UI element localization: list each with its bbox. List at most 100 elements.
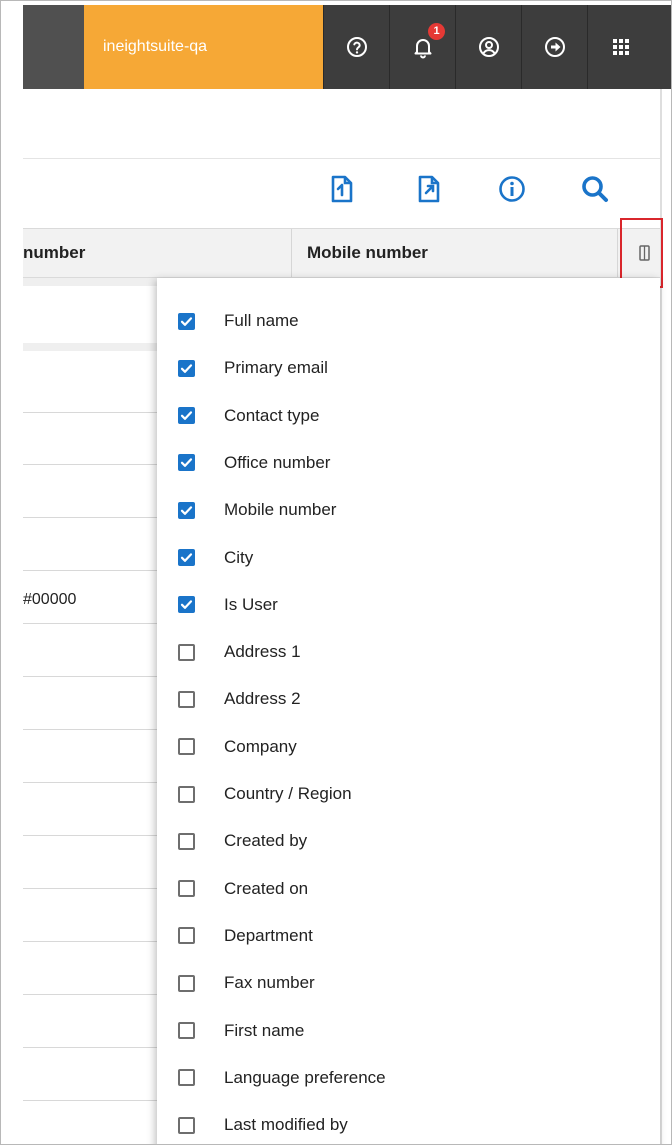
column-option[interactable]: Created by bbox=[157, 821, 660, 861]
column-option[interactable]: Full name bbox=[157, 301, 660, 341]
column-option[interactable]: Contact type bbox=[157, 396, 660, 436]
checkbox-unchecked[interactable] bbox=[178, 974, 195, 992]
column-option-label: Address 2 bbox=[224, 689, 301, 709]
column-option-label: Created by bbox=[224, 831, 308, 851]
column-option-label: Last modified by bbox=[224, 1115, 348, 1135]
row-band bbox=[23, 343, 157, 351]
checkbox-checked[interactable] bbox=[178, 407, 195, 425]
column-option-label: Address 1 bbox=[224, 642, 301, 662]
checkbox-unchecked[interactable] bbox=[178, 1069, 195, 1087]
row-divider bbox=[23, 623, 157, 624]
row-divider bbox=[23, 412, 157, 413]
app-window: ineightsuite-qa 1 number Mobile number #… bbox=[0, 0, 672, 1145]
check-icon bbox=[180, 505, 193, 515]
apps-grid-icon bbox=[613, 39, 629, 55]
column-option[interactable]: Created on bbox=[157, 869, 660, 909]
check-icon bbox=[180, 458, 193, 468]
column-option[interactable]: Fax number bbox=[157, 963, 660, 1003]
import-button[interactable] bbox=[324, 171, 360, 207]
column-option[interactable]: Last modified by bbox=[157, 1105, 660, 1144]
search-icon bbox=[582, 176, 608, 202]
checkbox-unchecked[interactable] bbox=[178, 738, 195, 756]
column-option[interactable]: Office number bbox=[157, 443, 660, 483]
checkbox-checked[interactable] bbox=[178, 549, 195, 566]
row-divider bbox=[23, 835, 157, 836]
row-divider bbox=[23, 994, 157, 995]
checkbox-checked[interactable] bbox=[178, 501, 195, 519]
column-option-label: Created on bbox=[224, 878, 309, 898]
help-icon bbox=[347, 37, 367, 57]
help-button[interactable] bbox=[323, 5, 390, 89]
checkbox-unchecked[interactable] bbox=[178, 690, 195, 708]
column-option[interactable]: Department bbox=[157, 916, 660, 956]
column-option-label: Mobile number bbox=[224, 500, 337, 520]
row-divider bbox=[23, 570, 157, 571]
checkbox-unchecked[interactable] bbox=[178, 880, 195, 898]
column-option-label: Country / Region bbox=[224, 784, 352, 803]
profile-button[interactable] bbox=[455, 5, 522, 89]
column-option[interactable]: Language preference bbox=[157, 1058, 660, 1098]
top-nav-bar: ineightsuite-qa 1 bbox=[23, 5, 671, 89]
check-icon bbox=[180, 364, 193, 373]
row-divider bbox=[23, 782, 157, 783]
column-option-label: Office number bbox=[224, 452, 331, 472]
export-button[interactable] bbox=[411, 171, 447, 207]
row-divider bbox=[23, 888, 157, 889]
checkbox-checked[interactable] bbox=[178, 596, 195, 614]
row-divider bbox=[23, 729, 157, 730]
checkbox-checked[interactable] bbox=[178, 454, 195, 472]
search-button[interactable] bbox=[577, 171, 613, 207]
column-option-label: Is User bbox=[224, 594, 278, 614]
logout-button[interactable] bbox=[521, 5, 588, 89]
column-chooser-popup: Full name Primary email Contact type Office… bbox=[157, 278, 660, 1144]
column-option[interactable]: Is User bbox=[157, 585, 660, 625]
notification-badge: 1 bbox=[428, 23, 445, 40]
row-divider bbox=[23, 941, 157, 942]
column-option[interactable]: Mobile number bbox=[157, 490, 660, 530]
info-button[interactable] bbox=[494, 171, 530, 207]
checkbox-checked[interactable] bbox=[178, 312, 195, 330]
column-header-mobile-number[interactable]: Mobile number bbox=[307, 229, 428, 277]
export-icon bbox=[418, 175, 440, 203]
logout-icon bbox=[545, 37, 565, 57]
column-option-label: Fax number bbox=[224, 973, 315, 993]
checkbox-unchecked[interactable] bbox=[178, 1022, 195, 1039]
check-icon bbox=[180, 316, 193, 326]
column-option-label: Company bbox=[224, 736, 297, 756]
checkbox-checked[interactable] bbox=[178, 359, 195, 377]
page-divider bbox=[23, 158, 660, 159]
column-option[interactable]: City bbox=[157, 538, 660, 578]
column-option-label: Contact type bbox=[224, 405, 320, 425]
column-option[interactable]: Primary email bbox=[157, 348, 660, 388]
column-option[interactable]: First name bbox=[157, 1011, 660, 1051]
checkbox-unchecked[interactable] bbox=[178, 927, 195, 945]
checkbox-unchecked[interactable] bbox=[178, 832, 195, 850]
environment-name[interactable]: ineightsuite-qa bbox=[84, 5, 323, 89]
column-separator[interactable] bbox=[291, 229, 292, 277]
column-option[interactable]: Company bbox=[157, 727, 660, 767]
grid-cell[interactable]: #00000 bbox=[23, 591, 76, 609]
column-option-label: Language preference bbox=[224, 1067, 386, 1087]
checkbox-unchecked[interactable] bbox=[178, 1116, 195, 1134]
column-option-label: City bbox=[224, 547, 254, 567]
checkbox-unchecked[interactable] bbox=[178, 643, 195, 661]
info-icon bbox=[499, 176, 525, 202]
column-option-label: First name bbox=[224, 1020, 305, 1040]
check-icon bbox=[180, 553, 193, 562]
user-icon bbox=[479, 37, 499, 57]
column-option[interactable]: Country / Region bbox=[157, 774, 660, 814]
row-divider bbox=[23, 464, 157, 465]
column-option-label: Department bbox=[224, 925, 313, 945]
import-icon bbox=[331, 175, 353, 203]
column-separator[interactable] bbox=[617, 229, 618, 277]
column-option-label: Primary email bbox=[224, 358, 328, 378]
row-divider bbox=[23, 1047, 157, 1048]
column-header-office-number[interactable]: number bbox=[23, 229, 85, 277]
apps-button[interactable] bbox=[587, 5, 654, 89]
row-band bbox=[23, 278, 157, 286]
column-option[interactable]: Address 2 bbox=[157, 679, 660, 719]
check-icon bbox=[180, 411, 193, 420]
checkbox-unchecked[interactable] bbox=[178, 785, 195, 803]
column-option[interactable]: Address 1 bbox=[157, 632, 660, 672]
notifications-button[interactable]: 1 bbox=[389, 5, 456, 89]
